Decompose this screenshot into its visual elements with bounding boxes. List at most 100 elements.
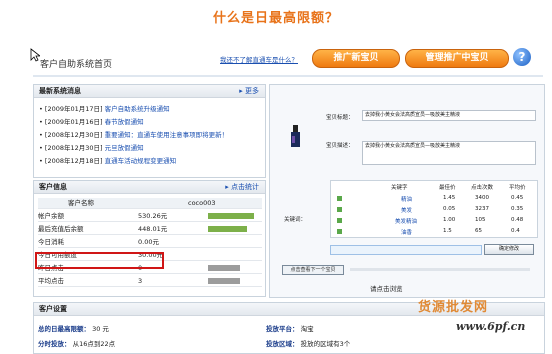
table-header: 点击次数	[471, 185, 494, 191]
news-date: [2009年01月17日]	[44, 105, 103, 113]
description-field[interactable]: 去掉我小黄女会法高质宣员—吸放美主精液	[362, 141, 536, 165]
customer-name-label: 客户名称	[68, 199, 94, 207]
row-label: 平均点击	[38, 277, 64, 285]
row-checkbox[interactable]	[337, 218, 342, 223]
row-checkbox[interactable]	[337, 207, 342, 212]
news-item[interactable]: • [2009年01月17日] 客户自助系统升级通知	[39, 103, 170, 113]
table-cell: 油香	[401, 230, 413, 236]
row-value: 448.01元	[138, 225, 168, 233]
customer-row-balance: 帐户余额 530.26元	[38, 211, 262, 222]
news-date: [2008年12月30日]	[44, 144, 103, 152]
row-bar	[208, 226, 247, 232]
click-stats-link[interactable]: ▸ 点击统计	[225, 181, 259, 193]
row-bar	[208, 265, 240, 271]
platform-value: 淘宝	[300, 325, 314, 333]
news-item[interactable]: • [2008年12月18日] 直通车活动规程变更通知	[39, 155, 176, 165]
news-item[interactable]: • [2009年01月16日] 春节放假通知	[39, 116, 144, 126]
table-cell: 0.35	[511, 206, 524, 212]
news-more-label: 更多	[245, 87, 259, 95]
settings-row: 分时投放： 从16点到22点	[38, 338, 115, 348]
keyword-label: 关键词：	[284, 217, 307, 223]
row-label: 帐户余额	[38, 212, 64, 220]
news-title: 最新系统消息	[39, 87, 81, 95]
table-cell: 1.00	[443, 217, 456, 223]
settings-row: 投放区域： 投放的区域有3个	[266, 338, 350, 348]
customer-name-row: 客户名称 coco003	[38, 198, 262, 209]
settings-row: 投放平台： 淘宝	[266, 323, 314, 333]
title-field[interactable]: 去掉我小黄女会法高质宣员—吸放美主精液	[362, 110, 536, 121]
table-cell: 0.4	[511, 228, 520, 234]
mouse-cursor-icon	[30, 48, 40, 62]
horizontal-scrollbar[interactable]	[350, 268, 530, 271]
row-label: 最后充值后余额	[38, 225, 84, 233]
table-cell: 0.48	[511, 217, 524, 223]
news-date: [2008年12月30日]	[44, 131, 103, 139]
row-bar	[208, 278, 240, 284]
title-label: 宝贝标题：	[326, 115, 354, 121]
highlight-box	[35, 252, 164, 269]
table-cell: 1.5	[443, 228, 452, 234]
click-stats-label: 点击统计	[231, 183, 259, 191]
next-item-button[interactable]: 点击查看下一个宝贝	[282, 265, 344, 275]
table-cell: 65	[475, 228, 482, 234]
news-link[interactable]: 直通车活动规程变更通知	[105, 157, 177, 165]
row-bar	[208, 213, 254, 219]
help-icon[interactable]: ?	[513, 48, 531, 66]
table-cell: 3400	[475, 195, 489, 201]
table-cell: 3237	[475, 206, 489, 212]
keyword-input[interactable]	[330, 245, 482, 255]
customer-row-last-recharge: 最后充值后余额 448.01元	[38, 224, 262, 235]
customer-name-value: coco003	[188, 199, 216, 207]
row-checkbox[interactable]	[337, 229, 342, 234]
row-checkbox[interactable]	[337, 196, 342, 201]
table-header: 平均价	[509, 185, 526, 191]
news-item[interactable]: • [2008年12月30日] 重要通知：直通车使用注意事项即将更新！	[39, 129, 228, 139]
watermark-url: www.6pf.cn	[456, 320, 526, 333]
customer-info-title: 客户信息	[39, 183, 67, 191]
news-link[interactable]: 元旦放假通知	[105, 144, 144, 152]
daily-limit-label: 总的日最高限额：	[38, 325, 90, 333]
table-header: 最佳价	[439, 185, 456, 191]
table-header: 关键字	[391, 185, 408, 191]
news-link[interactable]: 春节放假通知	[105, 118, 144, 126]
news-item[interactable]: • [2008年12月30日] 元旦放假通知	[39, 142, 144, 152]
keyword-table: 关键字 最佳价 点击次数 平均价 精油 1.45 3400 0.45 美发 0.…	[330, 180, 538, 238]
browse-link[interactable]: 请点击浏览	[370, 283, 403, 293]
region-label: 投放区域：	[266, 340, 299, 348]
table-cell: 美发	[401, 208, 413, 214]
customer-info-panel: 客户信息 ▸ 点击统计 客户名称 coco003 帐户余额 530.26元 最后…	[33, 180, 266, 297]
row-value: 0.00元	[138, 238, 159, 246]
table-cell: 1.45	[443, 195, 456, 201]
page-title: 什么是日最高限额？	[212, 11, 339, 26]
manage-promotion-button[interactable]: 管理推广中宝贝	[405, 49, 509, 68]
table-cell: 美发精油	[395, 219, 418, 225]
product-image	[291, 125, 300, 147]
watermark-brand: 货源批发网	[418, 300, 489, 315]
daily-limit-value: 30 元	[92, 325, 109, 333]
header-divider	[33, 75, 543, 77]
table-cell: 0.45	[511, 195, 524, 201]
save-changes-button[interactable]: 确定修改	[484, 244, 534, 255]
help-link[interactable]: 我还不了解直通车是什么？	[220, 54, 298, 64]
time-schedule-label: 分时投放：	[38, 340, 71, 348]
table-cell: 精油	[401, 197, 413, 203]
row-value: 530.26元	[138, 212, 168, 220]
time-schedule-value: 从16点到22点	[72, 340, 116, 348]
customer-row-today-spend: 今日消耗 0.00元	[38, 237, 262, 248]
news-date: [2008年12月18日]	[44, 157, 103, 165]
news-date: [2009年01月16日]	[44, 118, 103, 126]
add-promotion-button[interactable]: 推广新宝贝	[312, 49, 400, 68]
description-label: 宝贝描述：	[326, 143, 354, 149]
table-cell: 0.05	[443, 206, 456, 212]
customer-row-avg-clicks: 平均点击 3	[38, 276, 262, 287]
news-more-link[interactable]: ▸ 更多	[239, 85, 259, 97]
platform-label: 投放平台：	[266, 325, 299, 333]
portal-title: 客户自助系统首页	[40, 60, 113, 70]
row-label: 今日消耗	[38, 238, 64, 246]
table-cell: 105	[475, 217, 486, 223]
region-value: 投放的区域有3个	[300, 340, 351, 348]
item-preview-panel: 宝贝标题： 去掉我小黄女会法高质宣员—吸放美主精液 宝贝描述： 去掉我小黄女会法…	[269, 84, 545, 298]
settings-row: 总的日最高限额： 30 元	[38, 323, 109, 333]
news-link[interactable]: 客户自助系统升级通知	[105, 105, 170, 113]
news-link[interactable]: 重要通知：直通车使用注意事项即将更新！	[105, 131, 229, 139]
